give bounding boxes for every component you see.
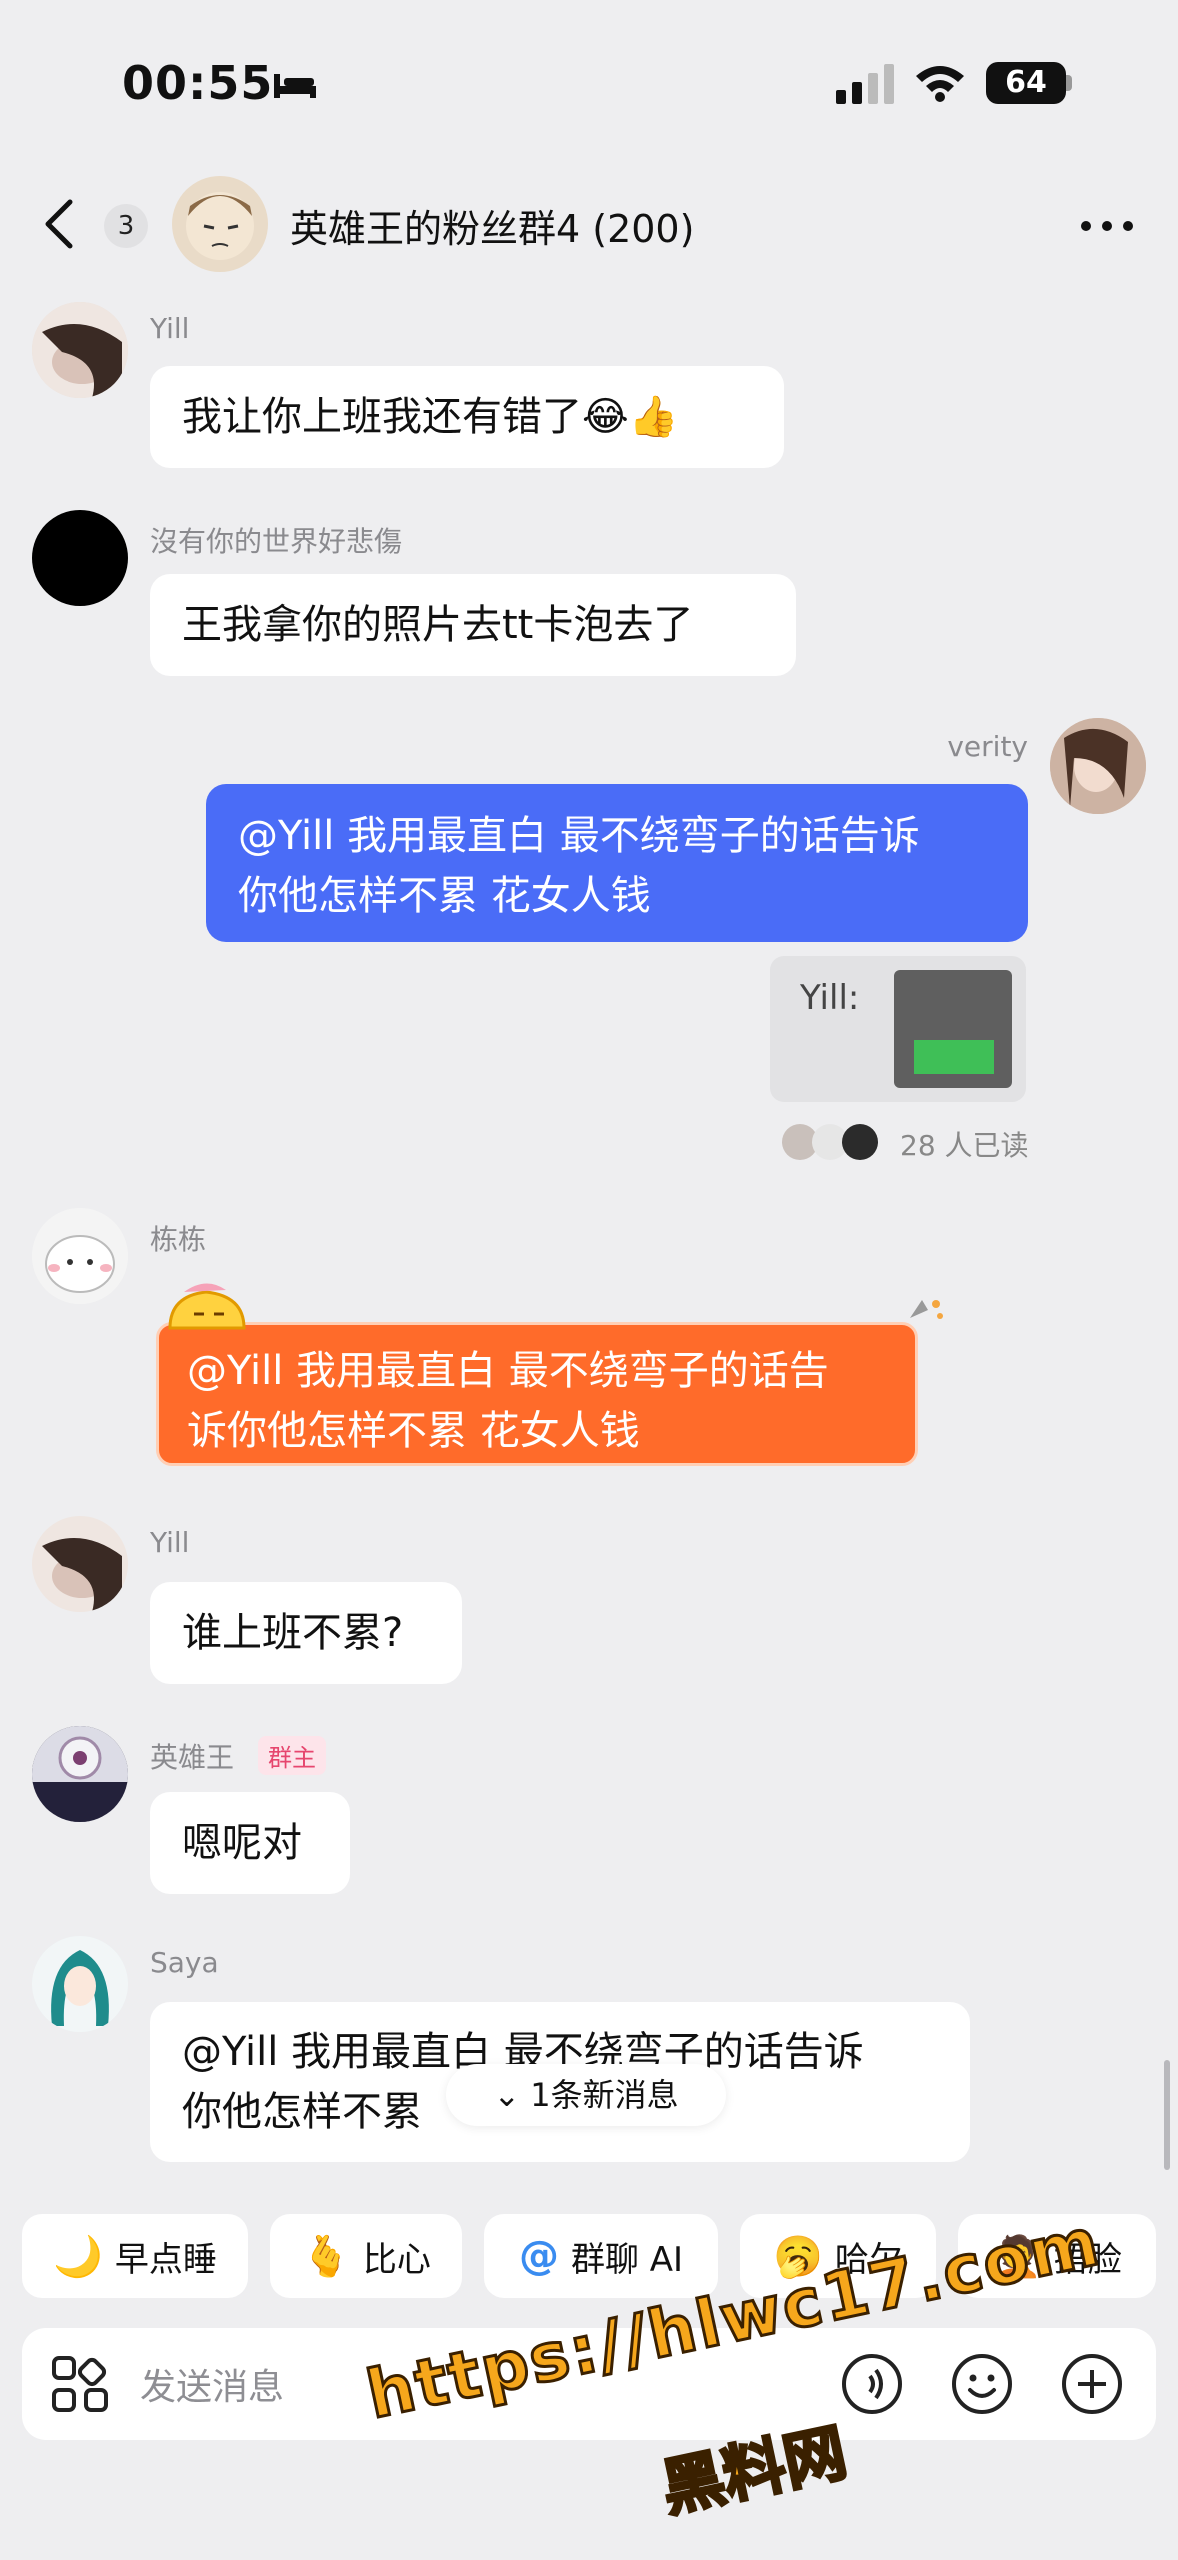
finger-heart-icon: 🫰 [301, 2233, 351, 2280]
cellular-signal-icon [836, 64, 894, 104]
avatar-verity[interactable] [1050, 718, 1146, 814]
bubble-decoration-icon [168, 1283, 246, 1330]
avatar-yingxiongwang[interactable] [32, 1726, 128, 1822]
back-arrow-icon[interactable] [40, 196, 80, 252]
avatar-black[interactable] [32, 510, 128, 606]
wifi-icon [916, 66, 964, 102]
message-bubble-self[interactable]: @Yill 我用最直白 最不绕弯子的话告诉 你他怎样不累 花女人钱 [206, 784, 1028, 942]
message-bubble[interactable]: 谁上班不累? [150, 1582, 462, 1684]
at-sign-icon: @ [518, 2233, 559, 2279]
sleep-focus-icon [274, 74, 316, 98]
quick-reply-group-ai[interactable]: @ 群聊 AI [484, 2214, 718, 2298]
emoji-icon[interactable] [950, 2352, 1014, 2416]
status-time: 00:55 [122, 56, 274, 110]
sender-name: Yill [150, 312, 190, 345]
message-line: 诉你他怎样不累 花女人钱 [187, 1408, 640, 1454]
group-title[interactable]: 英雄王的粉丝群4 (200) [290, 198, 694, 253]
new-messages-button[interactable]: ⌄ 1条新消息 [446, 2064, 726, 2126]
reader-avatars [782, 1124, 878, 1160]
sparkle-decoration-icon [910, 1300, 943, 1319]
sender-name: 栋栋 [150, 1223, 207, 1256]
new-messages-label: 1条新消息 [530, 2076, 679, 2114]
avatar-yill[interactable] [32, 1516, 128, 1612]
sender-name: verity [947, 730, 1028, 763]
scrollbar[interactable] [1164, 2060, 1170, 2170]
battery-tip [1066, 75, 1072, 91]
sender-name: Saya [150, 1946, 219, 1979]
image-caption: Yill: [800, 978, 860, 1018]
chip-label: 群聊 AI [570, 2239, 684, 2280]
sender-name: Yill [150, 1526, 190, 1559]
message-line: @Yill 我用最直白 最不绕弯子的话告诉 [238, 813, 920, 859]
double-chevron-down-icon: ⌄ [493, 2076, 521, 2114]
more-options-icon[interactable] [1080, 220, 1134, 232]
quick-reply-early-sleep[interactable]: 🌙 早点睡 [22, 2214, 248, 2298]
sender-name: 英雄王 [150, 1741, 235, 1774]
message-input[interactable]: 发送消息 [140, 2358, 284, 2410]
sender-name: 沒有你的世界好悲傷 [150, 525, 403, 558]
plus-icon[interactable] [1060, 2352, 1124, 2416]
avatar-yill[interactable] [32, 302, 128, 398]
unread-count-badge: 3 [104, 204, 148, 248]
read-receipt[interactable]: 28 人已读 [900, 1124, 1029, 1164]
battery-level: 64 [1005, 65, 1047, 100]
chip-label: 早点睡 [114, 2239, 217, 2280]
message-line: @Yill 我用最直白 最不绕弯子的话告 [187, 1348, 829, 1394]
thumbnail-green-block [914, 1040, 994, 1074]
voice-input-icon[interactable] [840, 2352, 904, 2416]
message-bubble-highlight[interactable]: @Yill 我用最直白 最不绕弯子的话告 诉你他怎样不累 花女人钱 [156, 1322, 918, 1466]
message-bubble[interactable]: 我让你上班我还有错了😂👍 [150, 366, 784, 468]
image-message[interactable]: Yill: [770, 956, 1026, 1102]
message-line: 你他怎样不累 花女人钱 [238, 873, 651, 919]
avatar-dongdong[interactable] [32, 1208, 128, 1304]
message-bubble[interactable]: 王我拿你的照片去tt卡泡去了 [150, 574, 796, 676]
chip-label: 比心 [362, 2239, 431, 2280]
apps-grid-icon[interactable] [50, 2354, 110, 2414]
quick-reply-heart-hands[interactable]: 🫰 比心 [270, 2214, 462, 2298]
group-owner-badge: 群主 [258, 1736, 326, 1775]
message-bubble[interactable]: 嗯呢对 [150, 1792, 350, 1894]
chat-screenshot-thumbnail [894, 970, 1012, 1088]
moon-sleep-icon: 🌙 [53, 2233, 103, 2280]
avatar-saya[interactable] [32, 1936, 128, 2032]
group-avatar[interactable] [172, 176, 268, 272]
